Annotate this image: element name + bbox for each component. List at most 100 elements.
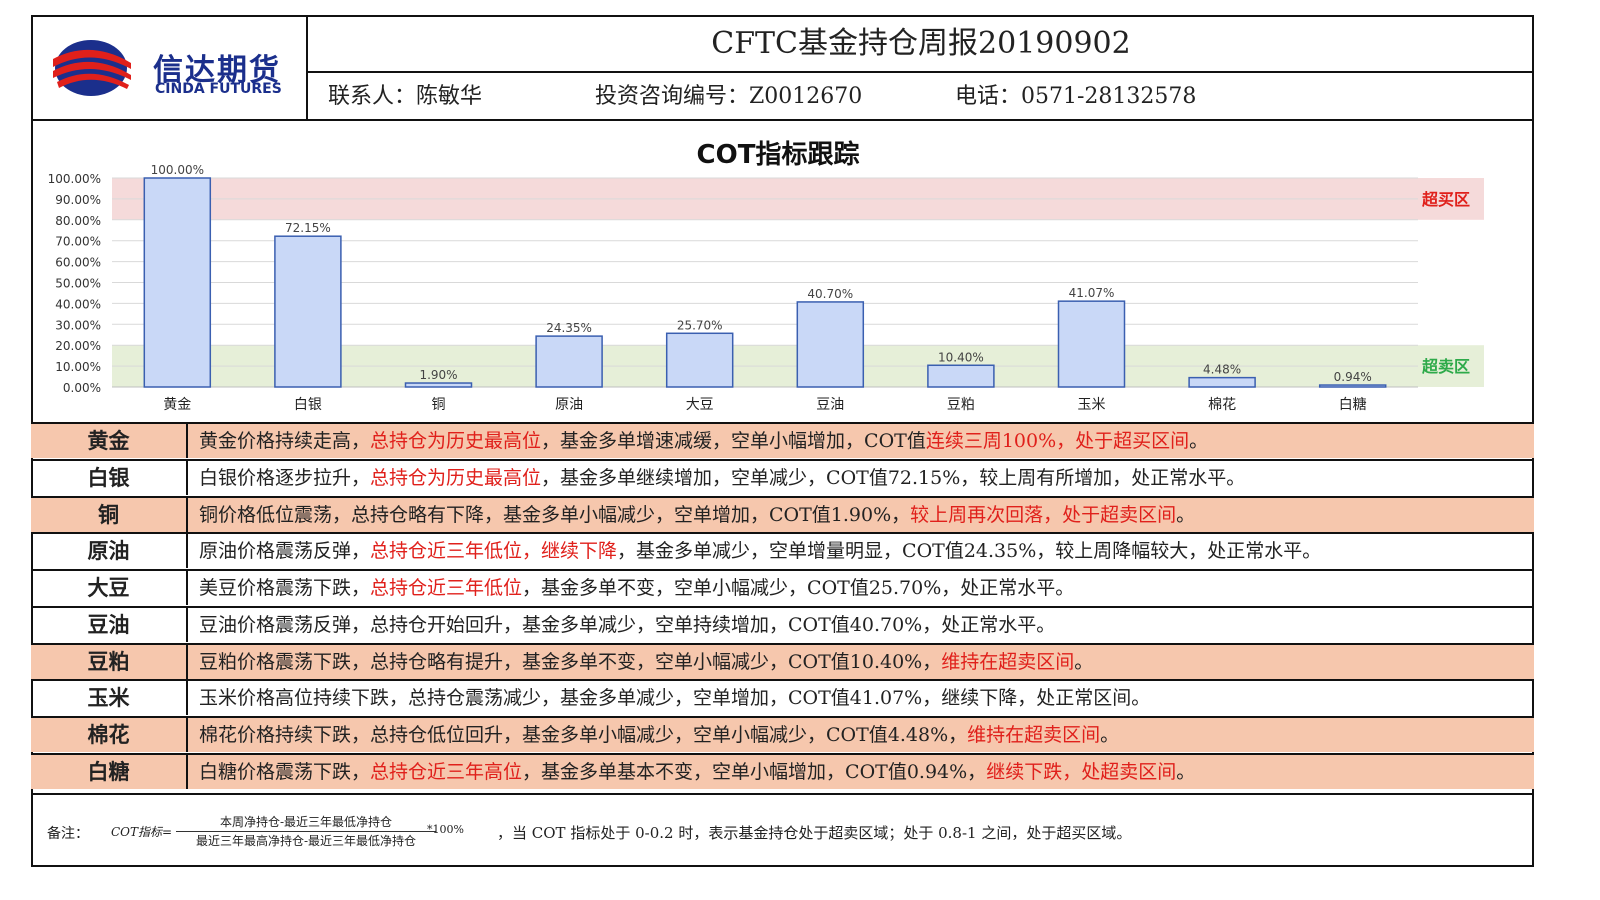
bar-6 bbox=[927, 364, 995, 388]
x-tick-label: 原油 bbox=[555, 397, 583, 413]
bar-5 bbox=[796, 301, 865, 388]
footnote-text: ，当 COT 指标处于 0-0.2 时，表示基金持仓处于超卖区域；处于 0.8-… bbox=[497, 824, 1132, 842]
bar-value-label: 40.70% bbox=[807, 287, 853, 301]
commodity-name: 豆油 bbox=[31, 608, 188, 642]
y-tick-label: 10.00% bbox=[55, 360, 101, 374]
table-row: 大豆 美豆价格震荡下跌，总持仓近三年低位，基金多单不变，空单小幅减少，COT值25… bbox=[31, 569, 1534, 605]
commodity-analysis: 美豆价格震荡下跌，总持仓近三年低位，基金多单不变，空单小幅减少，COT值25.7… bbox=[199, 571, 1074, 605]
analysis-text: 白糖价格震荡下跌， bbox=[199, 761, 371, 783]
table-row: 白银 白银价格逐步拉升，总持仓为历史最高位，基金多单继续增加，空单减少，COT值7… bbox=[31, 459, 1534, 495]
commodity-analysis: 原油价格震荡反弹，总持仓近三年低位，继续下降，基金多单减少，空单增量明显，COT… bbox=[199, 534, 1321, 568]
analysis-text: 豆油价格震荡反弹，总持仓开始回升，基金多单减少，空单持续增加，COT值40.70… bbox=[199, 614, 1056, 636]
bar-value-label: 4.48% bbox=[1203, 363, 1241, 377]
bar-value-label: 100.00% bbox=[151, 163, 204, 177]
y-tick-label: 70.00% bbox=[55, 235, 101, 249]
commodity-name: 玉米 bbox=[31, 681, 188, 715]
bar-value-label: 10.40% bbox=[938, 350, 984, 364]
y-tick-label: 30.00% bbox=[55, 318, 101, 332]
analysis-text: ，基金多单不变，空单小幅减少，COT值25.70%，处正常水平。 bbox=[522, 577, 1075, 599]
analysis-text: 玉米价格高位持续下跌，总持仓震荡减少，基金多单减少，空单增加，COT值41.07… bbox=[199, 687, 1151, 709]
commodity-name: 大豆 bbox=[31, 571, 188, 605]
x-tick-label: 玉米 bbox=[1078, 397, 1106, 413]
highlight-text: 总持仓近三年高位 bbox=[370, 761, 523, 783]
zone-label-0: 超买区 bbox=[1421, 190, 1470, 209]
commodity-analysis: 棉花价格持续下跌，总持仓低位回升，基金多单小幅减少，空单小幅减少，COT值4.4… bbox=[199, 718, 1119, 752]
y-tick-label: 0.00% bbox=[63, 381, 101, 395]
bar-value-label: 24.35% bbox=[546, 321, 592, 335]
analysis-text: 。 bbox=[1176, 761, 1196, 783]
bar-value-label: 72.15% bbox=[285, 221, 331, 235]
commodity-name: 白糖 bbox=[31, 755, 188, 789]
y-tick-label: 60.00% bbox=[55, 256, 101, 270]
highlight-text: 总持仓近三年低位，继续下降 bbox=[370, 540, 618, 562]
x-tick-label: 白银 bbox=[294, 397, 322, 413]
highlight-text: 较上周再次回落，处于超卖区间 bbox=[910, 504, 1177, 526]
commodity-name: 铜 bbox=[31, 498, 188, 532]
footnote: 备注： COT指标= 本周净持仓-最近三年最低净持仓 最近三年最高净持仓-最近三… bbox=[31, 793, 1534, 867]
commodity-analysis: 黄金价格持续走高，总持仓为历史最高位，基金多单增速减缓，空单小幅增加，COT值连… bbox=[199, 424, 1208, 458]
x-tick-label: 棉花 bbox=[1208, 396, 1236, 413]
commodity-analysis: 铜价格低位震荡，总持仓略有下降，基金多单小幅减少，空单增加，COT值1.90%，… bbox=[199, 498, 1195, 532]
y-tick-label: 80.00% bbox=[55, 214, 101, 228]
y-tick-label: 40.00% bbox=[55, 297, 101, 311]
analysis-text: 。 bbox=[1176, 504, 1196, 526]
bar-value-label: 1.90% bbox=[419, 368, 457, 382]
y-tick-label: 100.00% bbox=[48, 172, 101, 186]
table-row: 豆粕 豆粕价格震荡下跌，总持仓略有提升，基金多单不变，空单小幅减少，COT值10.… bbox=[31, 643, 1534, 679]
table-row: 豆油 豆油价格震荡反弹，总持仓开始回升，基金多单减少，空单持续增加，COT值40.… bbox=[31, 606, 1534, 642]
analysis-text: 黄金价格持续走高， bbox=[199, 430, 371, 452]
y-tick-label: 20.00% bbox=[55, 339, 101, 353]
x-tick-label: 黄金 bbox=[163, 396, 191, 413]
bar-0 bbox=[143, 177, 212, 388]
table-row: 玉米 玉米价格高位持续下跌，总持仓震荡减少，基金多单减少，空单增加，COT值41.… bbox=[31, 679, 1534, 715]
x-tick-label: 豆油 bbox=[816, 397, 844, 413]
analysis-text: 。 bbox=[1189, 430, 1209, 452]
table-row: 棉花 棉花价格持续下跌，总持仓低位回升，基金多单小幅减少，空单小幅减少，COT值4… bbox=[31, 716, 1534, 752]
x-tick-label: 白糖 bbox=[1339, 397, 1367, 413]
analysis-text: 铜价格低位震荡，总持仓略有下降，基金多单小幅减少，空单增加，COT值1.90%， bbox=[199, 504, 911, 526]
commodity-name: 原油 bbox=[31, 534, 188, 568]
bar-value-label: 25.70% bbox=[677, 318, 723, 332]
highlight-text: 总持仓近三年低位 bbox=[370, 577, 523, 599]
bar-2 bbox=[404, 382, 473, 388]
highlight-text: 维持在超卖区间 bbox=[967, 724, 1101, 746]
commodity-analysis: 玉米价格高位持续下跌，总持仓震荡减少，基金多单减少，空单增加，COT值41.07… bbox=[199, 681, 1150, 715]
analysis-text: 原油价格震荡反弹， bbox=[199, 540, 371, 562]
commodity-name: 豆粕 bbox=[31, 645, 188, 679]
table-row: 原油 原油价格震荡反弹，总持仓近三年低位，继续下降，基金多单减少，空单增量明显，C… bbox=[31, 532, 1534, 568]
analysis-text: 棉花价格持续下跌，总持仓低位回升，基金多单小幅减少，空单小幅减少，COT值4.4… bbox=[199, 724, 968, 746]
bar-value-label: 0.94% bbox=[1334, 370, 1372, 384]
highlight-text: 维持在超卖区间 bbox=[941, 651, 1075, 673]
analysis-text: ，基金多单增速减缓，空单小幅增加，COT值 bbox=[541, 430, 926, 452]
analysis-text: 美豆价格震荡下跌， bbox=[199, 577, 371, 599]
table-row: 铜铜价格低位震荡，总持仓略有下降，基金多单小幅减少，空单增加，COT值1.90%… bbox=[31, 496, 1534, 532]
commodity-analysis: 白银价格逐步拉升，总持仓为历史最高位，基金多单继续增加，空单减少，COT值72.… bbox=[199, 461, 1245, 495]
bar-4 bbox=[665, 332, 734, 388]
analysis-text: ，基金多单继续增加，空单减少，COT值72.15%，较上周有所增加，处正常水平。 bbox=[541, 467, 1246, 489]
y-tick-label: 90.00% bbox=[55, 193, 101, 207]
commodity-analysis: 豆油价格震荡反弹，总持仓开始回升，基金多单减少，空单持续增加，COT值40.70… bbox=[199, 608, 1055, 642]
highlight-text: 继续下跌，处超卖区间 bbox=[986, 761, 1177, 783]
formula-denominator: 最近三年最高净持仓-最近三年最低净持仓 bbox=[195, 834, 417, 848]
commodity-analysis: 豆粕价格震荡下跌，总持仓略有提升，基金多单不变，空单小幅减少，COT值10.40… bbox=[199, 645, 1093, 679]
x-tick-label: 大豆 bbox=[686, 397, 714, 413]
footnote-label: 备注： bbox=[47, 826, 89, 842]
bar-3 bbox=[535, 335, 603, 388]
bar-1 bbox=[274, 235, 342, 388]
formula-numerator: 本周净持仓-最近三年最低净持仓 bbox=[176, 813, 436, 832]
analysis-text: ，基金多单减少，空单增量明显，COT值24.35%，较上周降幅较大，处正常水平。 bbox=[617, 540, 1322, 562]
formula-fraction: 本周净持仓-最近三年最低净持仓 最近三年最高净持仓-最近三年最低净持仓 bbox=[176, 813, 436, 849]
highlight-text: 总持仓为历史最高位 bbox=[370, 467, 542, 489]
commodity-name: 黄金 bbox=[31, 424, 188, 458]
formula-multiplier: *100% bbox=[427, 823, 464, 836]
analysis-text: 。 bbox=[1100, 724, 1120, 746]
commodity-name: 棉花 bbox=[31, 718, 188, 752]
bar-8 bbox=[1188, 376, 1256, 388]
table-row: 黄金 黄金价格持续走高，总持仓为历史最高位，基金多单增速减缓，空单小幅增加，COT… bbox=[31, 422, 1534, 458]
y-tick-label: 50.00% bbox=[55, 277, 101, 291]
analysis-text: ，基金多单基本不变，空单小幅增加，COT值0.94%， bbox=[522, 761, 987, 783]
commodity-name: 白银 bbox=[31, 461, 188, 495]
highlight-text: 连续三周100%，处于超买区间 bbox=[925, 430, 1190, 452]
highlight-text: 总持仓为历史最高位 bbox=[370, 430, 542, 452]
x-tick-label: 豆粕 bbox=[947, 397, 975, 413]
